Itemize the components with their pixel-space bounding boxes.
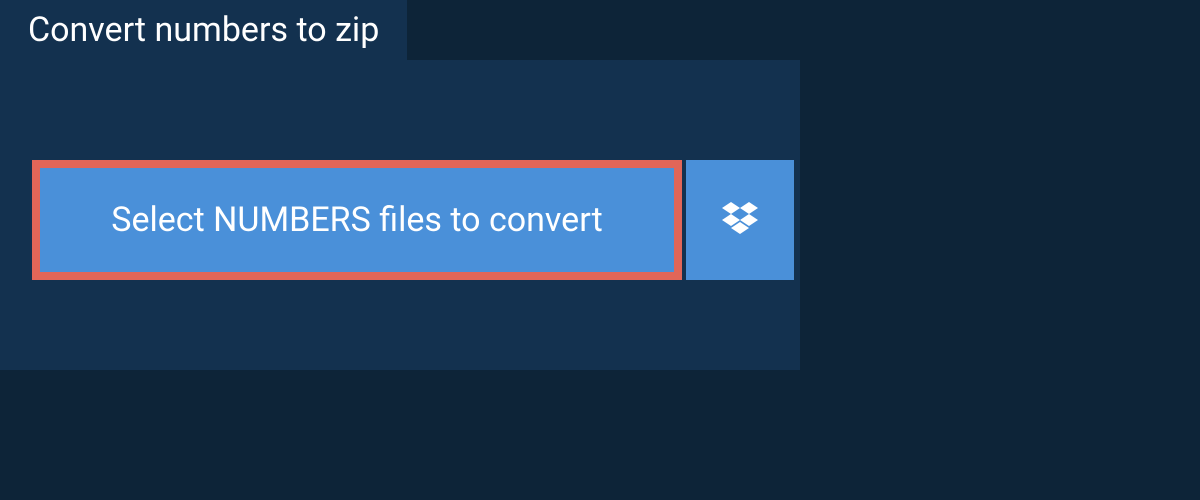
tab-convert[interactable]: Convert numbers to zip: [0, 0, 407, 60]
dropbox-button[interactable]: [686, 160, 794, 280]
select-files-label: Select NUMBERS files to convert: [111, 200, 602, 240]
select-files-button[interactable]: Select NUMBERS files to convert: [32, 160, 682, 280]
converter-panel: Convert numbers to zip Select NUMBERS fi…: [0, 60, 800, 370]
tab-label: Convert numbers to zip: [28, 10, 379, 50]
button-row: Select NUMBERS files to convert: [32, 160, 794, 280]
dropbox-icon: [722, 202, 758, 238]
